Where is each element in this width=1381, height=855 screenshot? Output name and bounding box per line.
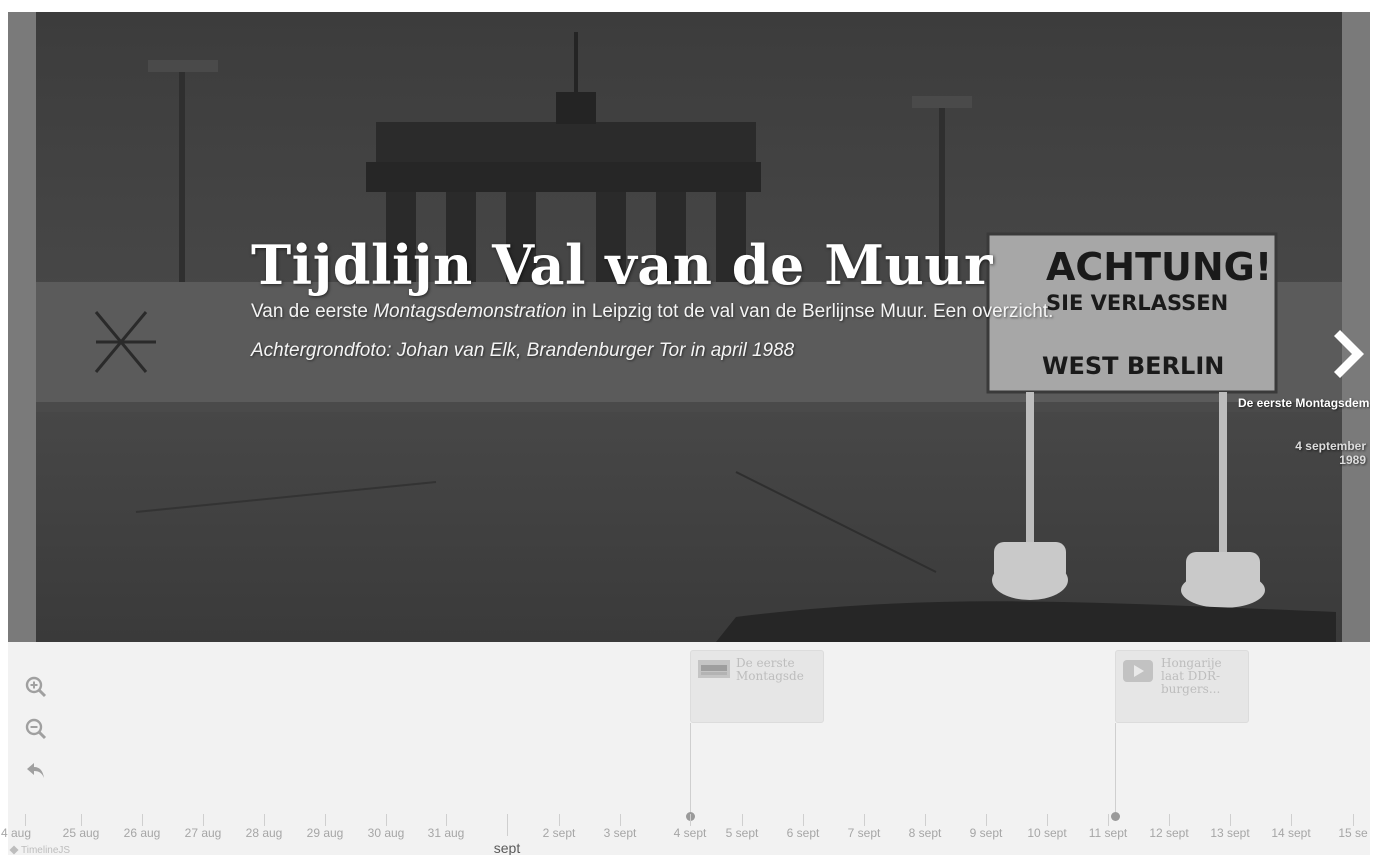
timeline-marker-montagsdemo[interactable]: De eerste Montagsde <box>690 650 824 723</box>
axis-tick-label: 10 sept <box>1027 826 1067 840</box>
axis-tick <box>446 814 447 826</box>
axis-tick-label: 28 aug <box>245 826 283 840</box>
axis-tick-label: 3 sept <box>603 826 637 840</box>
axis-tick-label: 7 sept <box>847 826 881 840</box>
axis-tick <box>559 814 560 826</box>
axis-tick <box>25 814 26 826</box>
next-slide-date-line1: 4 september <box>1295 439 1366 453</box>
axis-tick <box>620 814 621 826</box>
next-slide-date-line2: 1989 <box>1339 453 1366 467</box>
axis-tick <box>142 814 143 826</box>
axis-tick <box>1108 814 1109 826</box>
axis-tick-label: 4 sept <box>673 826 707 840</box>
axis-tick-label: 12 sept <box>1149 826 1189 840</box>
axis-tick-label: 14 sept <box>1271 826 1311 840</box>
timeline-nav: De eerste Montagsde Hongarije laat DDR-b… <box>1 642 1370 855</box>
axis-tick-label: 31 aug <box>427 826 465 840</box>
axis-tick <box>1353 814 1354 826</box>
timelinejs-logo-icon <box>9 845 19 855</box>
slide-stage: ACHTUNG! SIE VERLASSEN WEST BERLIN Tijdl… <box>8 12 1370 642</box>
axis-tick-label: 8 sept <box>908 826 942 840</box>
axis-tick-label: 4 aug <box>0 826 32 840</box>
axis-tick-label: 27 aug <box>184 826 222 840</box>
slide-headline: Tijdlijn Val van de Muur <box>251 233 993 297</box>
chevron-right-icon <box>1334 330 1364 378</box>
axis-tick <box>203 814 204 826</box>
axis-tick-label: 2 sept <box>542 826 576 840</box>
axis-tick <box>925 814 926 826</box>
axis-tick <box>1169 814 1170 826</box>
timeline-marker-hongarije[interactable]: Hongarije laat DDR-burgers... <box>1115 650 1249 723</box>
axis-tick-label: 6 sept <box>786 826 820 840</box>
desc-italic-term: Montagsdemonstration <box>373 301 567 322</box>
timelinejs-credit[interactable]: TimelineJS <box>8 845 70 855</box>
brand-label: TimelineJS <box>21 845 71 855</box>
axis-major-label: sept <box>493 840 521 855</box>
zoom-out-button[interactable] <box>24 717 48 741</box>
back-to-start-icon <box>27 763 44 778</box>
slide-text: Tijdlijn Val van de Muur Van de eerste M… <box>251 232 1131 364</box>
next-slide-title: De eerste Montagsdemon <box>1238 396 1370 410</box>
axis-tick-label: 29 aug <box>306 826 344 840</box>
axis-tick-label: 13 sept <box>1210 826 1250 840</box>
axis-major-tick <box>507 814 508 836</box>
next-slide-button[interactable]: De eerste Montagsdemon 4 september 1989 <box>1238 322 1370 472</box>
axis-tick <box>325 814 326 826</box>
zoom-out-icon <box>25 718 47 740</box>
axis-tick-label: 11 sept <box>1088 826 1128 840</box>
axis-tick-label: 30 aug <box>367 826 405 840</box>
time-axis: sept 4 aug 25 aug 26 aug 27 aug 28 aug 29 aug… <box>1 810 1370 855</box>
axis-tick <box>742 814 743 826</box>
back-to-start-button[interactable] <box>24 759 48 783</box>
axis-tick <box>690 814 691 826</box>
axis-tick-label: 5 sept <box>725 826 759 840</box>
image-thumbnail-icon <box>698 660 730 678</box>
marker-title: Hongarije laat DDR-burgers... <box>1161 657 1222 696</box>
axis-tick <box>803 814 804 826</box>
axis-tick-label: 9 sept <box>969 826 1003 840</box>
axis-tick <box>264 814 265 826</box>
marker-line <box>690 723 691 812</box>
axis-tick <box>986 814 987 826</box>
slide-description: Van de eerste Montagsdemonstration in Le… <box>251 298 1131 326</box>
photo-credit: Achtergrondfoto: Johan van Elk, Brandenb… <box>251 340 795 361</box>
axis-tick-label: 15 se <box>1338 826 1368 840</box>
next-slide-date: 4 september 1989 <box>1256 439 1366 467</box>
zoom-in-button[interactable] <box>24 675 48 699</box>
axis-tick <box>1230 814 1231 826</box>
axis-tick <box>1047 814 1048 826</box>
axis-tick-label: 25 aug <box>62 826 100 840</box>
desc-part-2: in Leipzig tot de val van de Berlijnse M… <box>566 301 1054 322</box>
axis-tick-label: 26 aug <box>123 826 161 840</box>
axis-tick <box>1291 814 1292 826</box>
zoom-in-icon <box>25 676 47 698</box>
desc-part-1: Van de eerste <box>251 301 374 322</box>
axis-tick <box>864 814 865 826</box>
axis-tick <box>81 814 82 826</box>
marker-line <box>1115 723 1116 812</box>
axis-tick <box>386 814 387 826</box>
marker-title: De eerste Montagsde <box>736 657 804 683</box>
video-play-icon <box>1123 660 1153 682</box>
